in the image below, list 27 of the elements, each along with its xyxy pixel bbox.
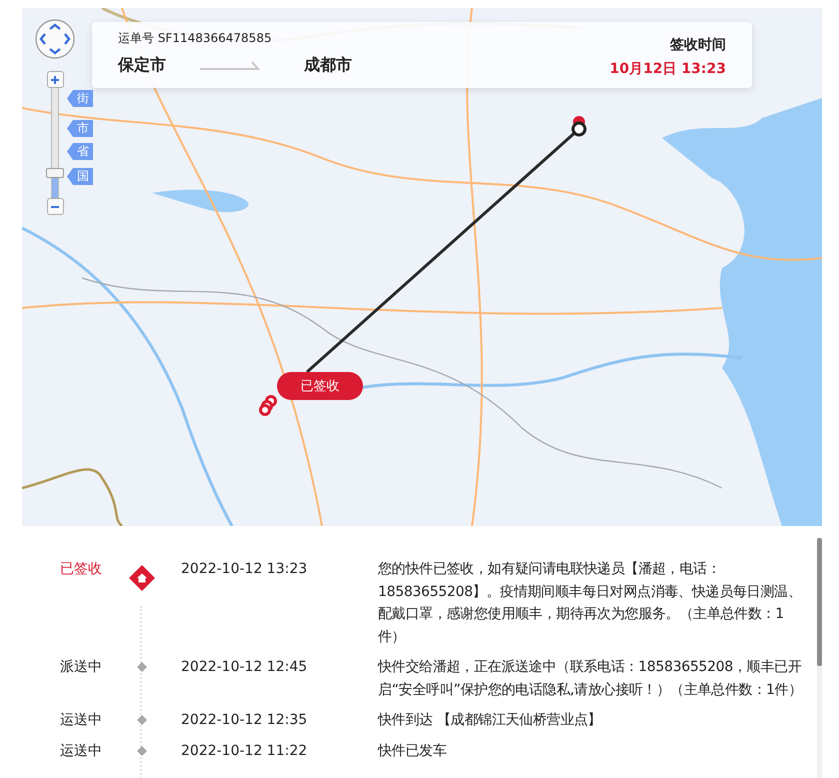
status-badge: 已签收 <box>277 372 363 400</box>
destination-city: 成都市 <box>304 55 352 76</box>
event-description: 快件交给潘超，正在派送途中（联系电话：18583655208，顺丰已开启“安全呼叫”保护您的电话隐私,请放心接听！）（主单总件数：1件） <box>378 658 803 700</box>
zoom-thumb[interactable] <box>46 168 64 178</box>
minus-icon <box>50 204 60 208</box>
status-label: 派送中 <box>59 658 102 677</box>
zoom-in-button[interactable] <box>46 71 64 88</box>
event-description: 快件到达 【成都锦江天仙桥营业点】 <box>378 711 602 730</box>
plus-icon <box>50 74 60 84</box>
status-label: 运送中 <box>59 742 102 760</box>
time-label: 签收时间 <box>670 36 726 54</box>
event-description: 快件已发车 <box>378 742 448 760</box>
zoom-out-button[interactable] <box>46 198 64 215</box>
status-label: 运送中 <box>59 711 102 730</box>
status-label: 已签收 <box>59 560 102 579</box>
event-time: 2022-10-12 12:35 <box>180 711 308 730</box>
sign-time: 10月12日 13:23 <box>610 60 726 78</box>
event-time: 2022-10-12 13:23 <box>180 560 308 579</box>
waybill-number: 运单号 SF1148366478585 <box>118 30 273 47</box>
origin-marker <box>572 116 586 136</box>
pan-control[interactable] <box>34 18 76 60</box>
destination-marker <box>259 395 277 416</box>
event-description: 您的快件已签收，如有疑问请电联快递员【潘超，电话：18583655208】。疫情期间顺丰每日对网点消毒、快递员每日测温、配戴口罩，感谢您使用顺丰，期待再次为您服务。（主单总件数：1件） <box>378 560 802 646</box>
event-time: 2022-10-12 11:22 <box>180 742 308 760</box>
origin-city: 保定市 <box>118 55 166 76</box>
event-time: 2022-10-12 12:45 <box>180 658 308 677</box>
scrollbar[interactable] <box>817 538 822 778</box>
